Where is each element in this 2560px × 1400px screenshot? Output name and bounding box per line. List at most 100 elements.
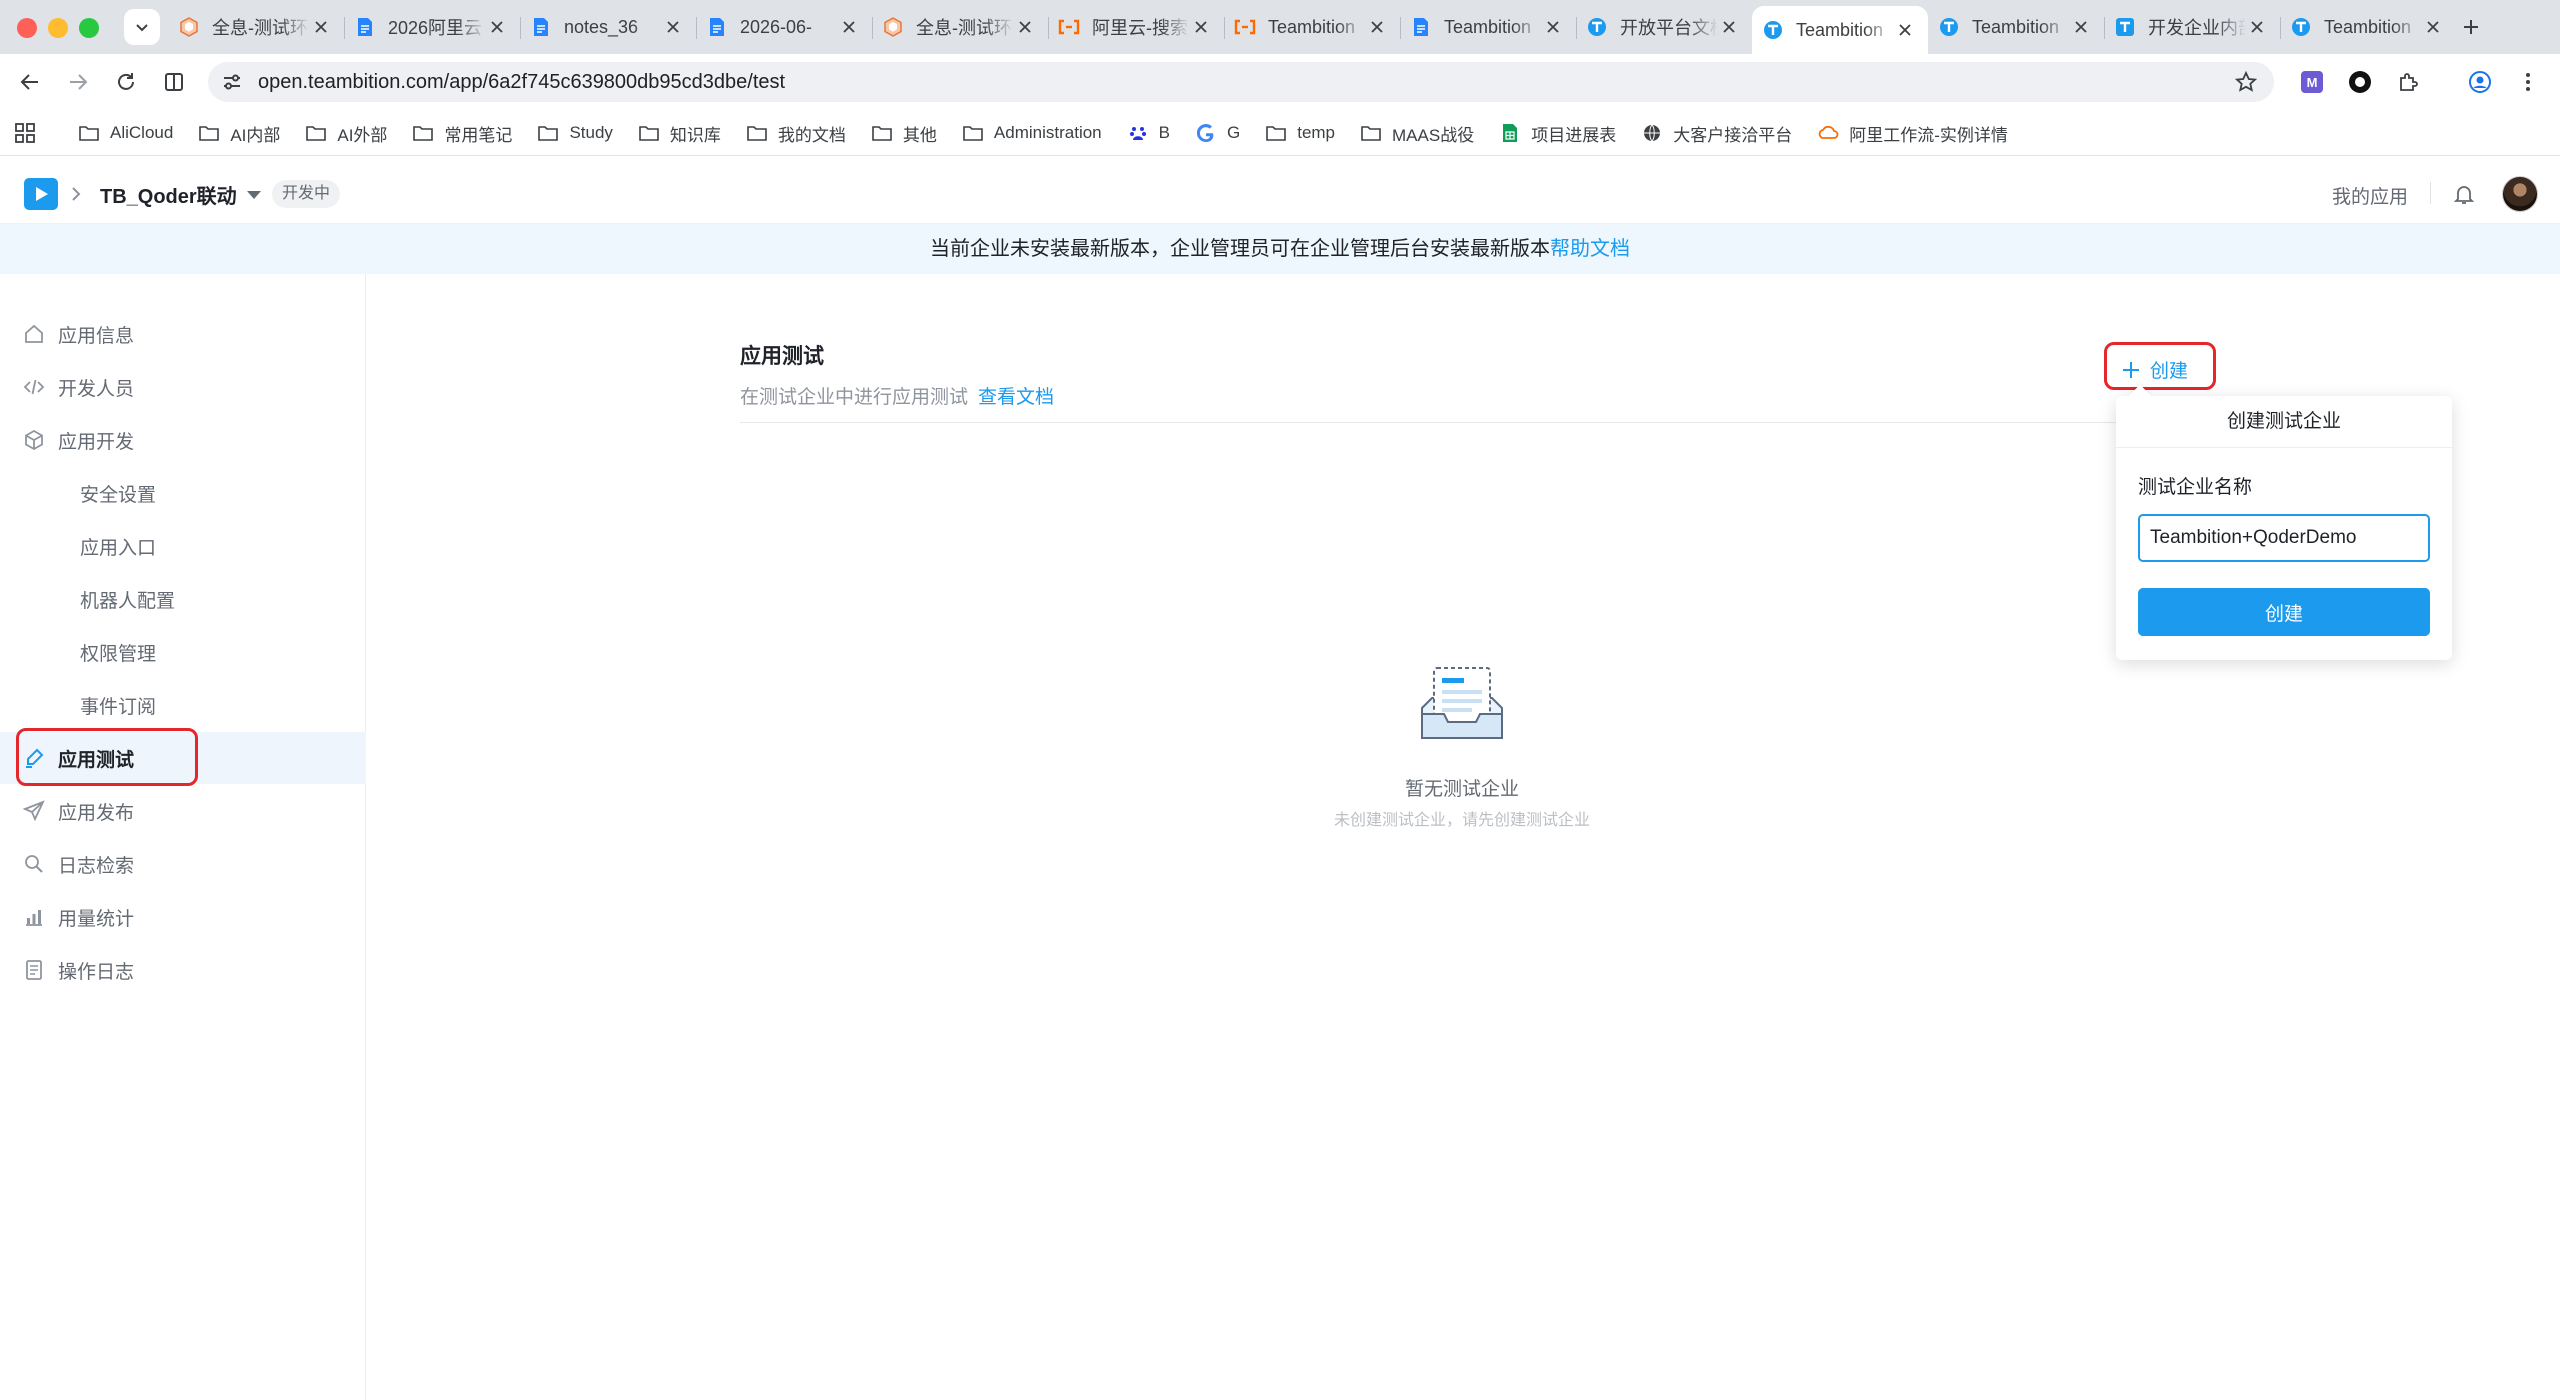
browser-tab[interactable]: Teambition <box>2280 6 2456 48</box>
bookmark-item[interactable]: 大客户接洽平台 <box>1641 117 1804 149</box>
browser-tab[interactable]: notes_36 <box>520 6 696 48</box>
window-minimize-button[interactable] <box>48 18 68 38</box>
sidebar-item-label: 开发人员 <box>58 378 135 400</box>
close-icon[interactable] <box>662 16 684 38</box>
extension-m-icon[interactable]: M <box>2298 68 2326 96</box>
bookmark-item[interactable]: 其他 <box>871 117 949 149</box>
bookmark-item[interactable]: B <box>1127 117 1182 149</box>
close-icon[interactable] <box>1014 16 1036 38</box>
bookmark-item[interactable]: G <box>1195 117 1252 149</box>
page-description-text: 在测试企业中进行应用测试 <box>740 387 969 408</box>
bookmark-label: B <box>1158 123 1170 142</box>
close-icon[interactable] <box>2422 16 2444 38</box>
sidebar-item-robot[interactable]: 机器人配置 <box>0 573 366 625</box>
close-icon[interactable] <box>1894 19 1916 41</box>
page-title: 应用测试 <box>740 345 824 368</box>
browser-menu-icon[interactable] <box>2514 68 2542 96</box>
window-close-button[interactable] <box>17 18 37 38</box>
view-docs-link[interactable]: 查看文档 <box>978 387 1054 408</box>
back-button[interactable] <box>14 66 46 98</box>
home-icon <box>22 322 46 346</box>
close-icon[interactable] <box>1366 16 1388 38</box>
sidebar-item-operation-log[interactable]: 操作日志 <box>0 944 366 996</box>
sidebar-item-events[interactable]: 事件订阅 <box>0 679 366 731</box>
popover-create-button[interactable]: 创建 <box>2138 588 2430 636</box>
profile-icon[interactable] <box>2466 68 2494 96</box>
window-zoom-button[interactable] <box>79 18 99 38</box>
close-icon[interactable] <box>1190 16 1212 38</box>
log-icon <box>22 958 46 982</box>
url-text[interactable]: open.teambition.com/app/6a2f745c639800db… <box>258 71 785 94</box>
sheet-icon <box>1499 123 1521 143</box>
bookmark-item[interactable]: AliCloud <box>78 117 185 149</box>
browser-tab[interactable]: 全息-测试环境 <box>168 6 344 48</box>
reload-button[interactable] <box>110 66 142 98</box>
address-bar[interactable]: open.teambition.com/app/6a2f745c639800db… <box>208 62 2274 102</box>
plus-icon <box>2464 20 2478 34</box>
empty-state-title: 暂无测试企业 <box>1404 779 1519 800</box>
sidebar-item-app-dev[interactable]: 应用开发 <box>0 414 366 466</box>
bookmark-item[interactable]: AI外部 <box>305 117 399 149</box>
bookmark-star-icon[interactable] <box>2234 70 2258 94</box>
bookmark-item[interactable]: Study <box>537 117 624 149</box>
sidebar: 应用信息 开发人员 应用开发 安全设置 应用入口 机器人配置 权限管理 事件订阅… <box>0 274 366 1400</box>
bookmark-item[interactable]: temp <box>1265 117 1347 149</box>
bookmark-label: 常用笔记 <box>444 125 513 145</box>
browser-tab[interactable]: 开放平台文档 <box>1576 6 1752 48</box>
org-name-input[interactable] <box>2138 514 2430 562</box>
browser-tab[interactable]: Teambition <box>1752 6 1928 54</box>
sidebar-item-developers[interactable]: 开发人员 <box>0 361 366 413</box>
forward-button[interactable] <box>62 66 94 98</box>
close-icon[interactable] <box>838 16 860 38</box>
bookmark-item[interactable]: MAAS战役 <box>1360 117 1486 149</box>
extensions-puzzle-icon[interactable] <box>2394 68 2422 96</box>
browser-tab[interactable]: Teambition <box>1400 6 1576 48</box>
browser-tab[interactable]: 2026-06- <box>696 6 872 48</box>
bookmark-item[interactable]: Administration <box>962 117 1114 149</box>
close-icon[interactable] <box>310 16 332 38</box>
browser-tab[interactable]: 开发企业内部应用 <box>2104 6 2280 48</box>
sidebar-item-publish[interactable]: 应用发布 <box>0 785 366 837</box>
sidebar-item-log-search[interactable]: 日志检索 <box>0 838 366 890</box>
close-icon[interactable] <box>2070 16 2092 38</box>
sidebar-item-usage[interactable]: 用量统计 <box>0 891 366 943</box>
bookmark-item[interactable]: 项目进展表 <box>1499 117 1628 149</box>
close-icon[interactable] <box>486 16 508 38</box>
browser-tab[interactable]: 阿里云-搜索 <box>1048 6 1224 48</box>
split-view-button[interactable] <box>158 66 190 98</box>
aliyun-orange-icon <box>1234 16 1256 38</box>
bookmark-item[interactable]: 我的文档 <box>746 117 858 149</box>
browser-tab[interactable]: Teambition <box>1224 6 1400 48</box>
play-icon <box>36 187 48 201</box>
bookmark-item[interactable]: 阿里工作流-实例详情 <box>1817 117 2020 149</box>
bookmark-item[interactable]: 知识库 <box>638 117 733 149</box>
my-apps-link[interactable]: 我的应用 <box>2332 182 2408 209</box>
extension-circle-icon[interactable] <box>2346 68 2374 96</box>
browser-toolbar: open.teambition.com/app/6a2f745c639800db… <box>0 54 2560 110</box>
apps-grid-icon[interactable] <box>14 122 36 144</box>
chevron-right-icon <box>72 187 81 201</box>
close-icon[interactable] <box>2246 16 2268 38</box>
teambition-logo[interactable] <box>24 178 58 210</box>
close-icon[interactable] <box>1718 16 1740 38</box>
bookmark-item[interactable]: AI内部 <box>198 117 292 149</box>
sidebar-item-entry[interactable]: 应用入口 <box>0 520 366 572</box>
new-tab-button[interactable] <box>2456 12 2486 42</box>
sidebar-item-permissions[interactable]: 权限管理 <box>0 626 366 678</box>
help-doc-link[interactable]: 帮助文档 <box>1550 238 1630 260</box>
sidebar-item-label: 安全设置 <box>80 484 157 506</box>
bookmark-list: AliCloud AI内部 AI外部 常用笔记 Study 知识库 我的文档 其他 Admini… <box>78 110 2033 156</box>
bell-icon[interactable] <box>2452 182 2476 206</box>
browser-tab[interactable]: 全息-测试环境 <box>872 6 1048 48</box>
browser-tab[interactable]: 2026阿里云 <box>344 6 520 48</box>
site-info-icon[interactable] <box>220 70 244 94</box>
sidebar-item-security[interactable]: 安全设置 <box>0 467 366 519</box>
bookmark-item[interactable]: 常用笔记 <box>412 117 524 149</box>
version-notice-banner: 当前企业未安装最新版本，企业管理员可在企业管理后台安装最新版本帮助文档 <box>0 224 2560 274</box>
avatar[interactable] <box>2502 176 2538 212</box>
app-switcher[interactable]: TB_Qoder联动 <box>100 180 261 209</box>
tab-search-button[interactable] <box>124 9 160 45</box>
close-icon[interactable] <box>1542 16 1564 38</box>
browser-tab[interactable]: Teambition <box>1928 6 2104 48</box>
sidebar-item-app-info[interactable]: 应用信息 <box>0 308 366 360</box>
